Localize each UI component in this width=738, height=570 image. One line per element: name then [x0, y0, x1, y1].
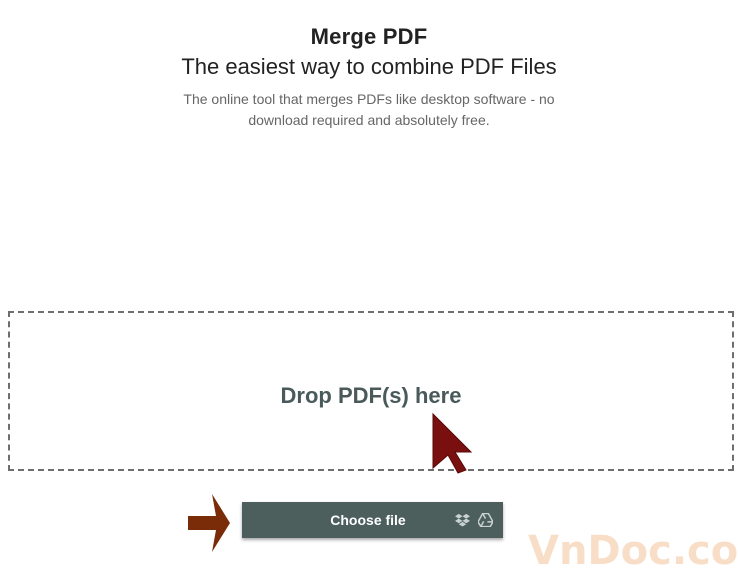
watermark-logo: VnDoc.com — [528, 528, 738, 570]
google-drive-icon[interactable] — [478, 513, 493, 527]
mouse-cursor-icon — [432, 412, 473, 474]
pdf-drop-zone[interactable]: Drop PDF(s) here — [8, 311, 734, 471]
drop-zone-label: Drop PDF(s) here — [280, 383, 462, 408]
dropbox-icon[interactable] — [455, 513, 470, 527]
page-subtitle: The easiest way to combine PDF Files — [181, 54, 557, 79]
choose-file-button[interactable]: Choose file — [242, 502, 503, 538]
right-arrow-icon — [188, 494, 230, 552]
page-title: Merge PDF — [310, 24, 428, 49]
watermark-text: VnDoc.com — [528, 528, 738, 570]
merge-pdf-page: Merge PDF The easiest way to combine PDF… — [0, 0, 738, 570]
page-description: The online tool that merges PDFs like de… — [183, 91, 555, 128]
